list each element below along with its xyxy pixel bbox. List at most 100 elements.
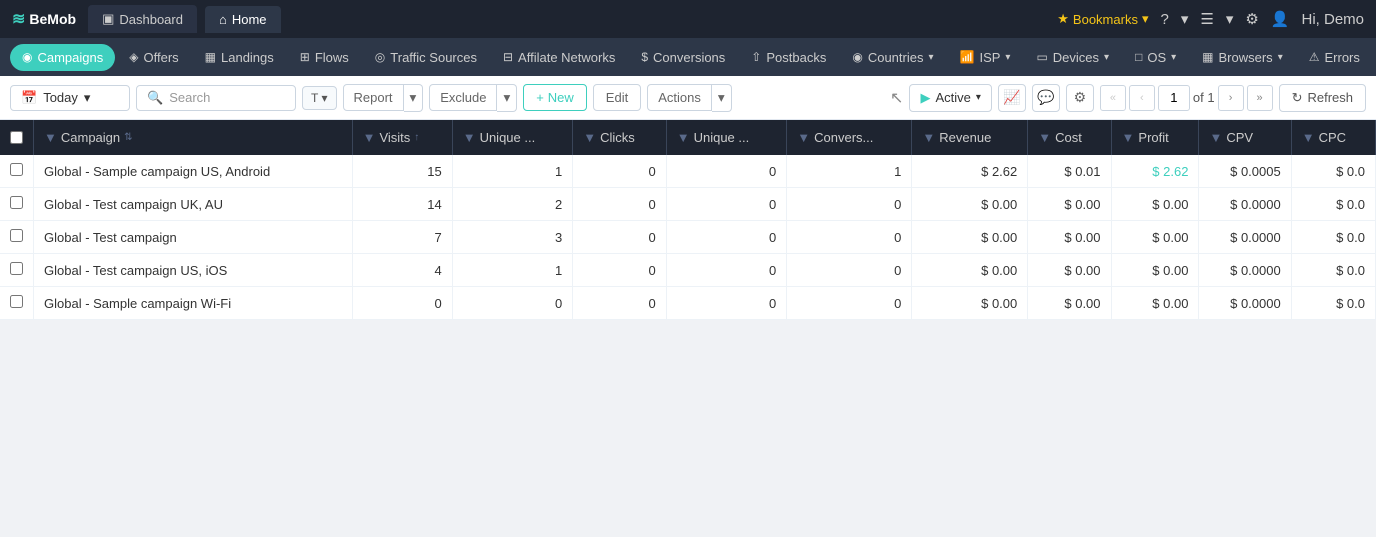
cpc-col-header[interactable]: ▼ CPC (1291, 120, 1375, 155)
unique1-col-header[interactable]: ▼ Unique ... (452, 120, 573, 155)
first-page-button[interactable]: « (1100, 85, 1126, 111)
help-button[interactable]: ? (1160, 11, 1168, 28)
next-page-button[interactable]: › (1218, 85, 1244, 111)
tab-dashboard[interactable]: ▣ Dashboard (88, 5, 197, 33)
sidebar-item-os[interactable]: □ OS ▾ (1123, 44, 1188, 71)
toolbar: 📅 Today ▾ 🔍 Search T ▾ Report ▾ Exclude … (0, 76, 1376, 120)
row-checkbox[interactable] (10, 163, 23, 176)
report-button[interactable]: Report (343, 84, 404, 111)
sidebar-item-campaigns[interactable]: ◉ Campaigns (10, 44, 115, 71)
isp-chevron: ▾ (1005, 52, 1010, 63)
select-all-checkbox[interactable] (10, 131, 23, 144)
conversions-col-header[interactable]: ▼ Convers... (787, 120, 912, 155)
visits-col-header[interactable]: ▼ Visits ↑ (352, 120, 452, 155)
row-checkbox-cell[interactable] (0, 287, 34, 320)
row-checkbox[interactable] (10, 262, 23, 275)
affiliate-networks-label: Affilate Networks (518, 50, 615, 65)
row-checkbox-cell[interactable] (0, 221, 34, 254)
sidebar-item-landings[interactable]: ▦ Landings (193, 44, 286, 71)
logo[interactable]: ≋ BeMob (12, 9, 76, 29)
profit-cell: $ 0.00 (1111, 287, 1199, 320)
page-number-input[interactable] (1158, 85, 1190, 111)
message-button[interactable]: 💬 (1032, 84, 1060, 112)
cpv-col-header[interactable]: ▼ CPV (1199, 120, 1291, 155)
report-split-button[interactable]: Report ▾ (343, 84, 424, 112)
unique2-col-header[interactable]: ▼ Unique ... (666, 120, 787, 155)
refresh-button[interactable]: ↻ Refresh (1279, 84, 1366, 112)
campaign-sort-icon: ⇅ (124, 132, 132, 143)
sidebar-item-traffic-sources[interactable]: ◎ Traffic Sources (363, 44, 489, 71)
actions-button[interactable]: Actions (647, 84, 712, 111)
clicks-cell: 0 (573, 287, 666, 320)
sidebar-item-countries[interactable]: ◉ Countries ▾ (840, 44, 945, 71)
campaign-name: Global - Test campaign UK, AU (34, 188, 353, 221)
settings-button[interactable]: ⚙ (1066, 84, 1094, 112)
chart-button[interactable]: 📈 (998, 84, 1026, 112)
sidebar-item-isp[interactable]: 📶 ISP ▾ (948, 44, 1023, 71)
sidebar-item-conversions[interactable]: $ Conversions (629, 44, 737, 71)
search-icon: 🔍 (147, 90, 163, 106)
bookmarks-button[interactable]: ★ Bookmarks ▾ (1057, 11, 1148, 27)
revenue-col-header[interactable]: ▼ Revenue (912, 120, 1028, 155)
row-checkbox-cell[interactable] (0, 254, 34, 287)
isp-label: ISP (979, 50, 1000, 65)
browsers-chevron: ▾ (1278, 52, 1283, 63)
cost-col-header[interactable]: ▼ Cost (1028, 120, 1111, 155)
exclude-button[interactable]: Exclude (429, 84, 497, 111)
user-button[interactable]: 👤 (1271, 10, 1290, 28)
unique2-cell: 0 (666, 188, 787, 221)
report-dropdown[interactable]: ▾ (404, 84, 424, 112)
campaign-name: Global - Test campaign US, iOS (34, 254, 353, 287)
unique1-cell: 3 (452, 221, 573, 254)
sidebar-item-flows[interactable]: ⊞ Flows (288, 44, 361, 71)
sidebar-item-browsers[interactable]: ▦ Browsers ▾ (1190, 44, 1295, 71)
cpv-cell: $ 0.0000 (1199, 188, 1291, 221)
devices-icon: ▭ (1036, 50, 1047, 64)
row-checkbox[interactable] (10, 196, 23, 209)
visits-cell: 4 (352, 254, 452, 287)
chevron-down-icon: ▾ (1181, 10, 1189, 28)
active-filter-button[interactable]: ▶ Active ▾ (909, 84, 991, 112)
filter-tag[interactable]: T ▾ (302, 86, 337, 110)
profit-col-header[interactable]: ▼ Profit (1111, 120, 1199, 155)
sidebar-item-affiliate-networks[interactable]: ⊟ Affilate Networks (491, 44, 627, 71)
tab-home[interactable]: ⌂ Home (205, 6, 281, 33)
exclude-split-button[interactable]: Exclude ▾ (429, 84, 517, 112)
settings-button[interactable]: ⚙ (1245, 10, 1258, 28)
edit-button[interactable]: Edit (593, 84, 641, 111)
table-row: Global - Test campaign UK, AU 14 2 0 0 0… (0, 188, 1376, 221)
new-button[interactable]: + New (523, 84, 587, 111)
clicks-col-header[interactable]: ▼ Clicks (573, 120, 666, 155)
landings-icon: ▦ (205, 50, 216, 64)
row-checkbox[interactable] (10, 295, 23, 308)
sidebar-item-postbacks[interactable]: ⇧ Postbacks (739, 44, 838, 71)
exclude-dropdown[interactable]: ▾ (497, 84, 517, 112)
tab-home-label: Home (232, 12, 267, 27)
top-bar: ≋ BeMob ▣ Dashboard ⌂ Home ★ Bookmarks ▾… (0, 0, 1376, 38)
flows-icon: ⊞ (300, 50, 310, 64)
actions-split-button[interactable]: Actions ▾ (647, 84, 731, 112)
notification-button[interactable]: ☰ (1200, 10, 1213, 28)
row-checkbox[interactable] (10, 229, 23, 242)
campaign-name: Global - Sample campaign Wi-Fi (34, 287, 353, 320)
row-checkbox-cell[interactable] (0, 188, 34, 221)
cpv-cell: $ 0.0000 (1199, 287, 1291, 320)
revenue-filter-icon: ▼ (922, 130, 935, 145)
cost-filter-icon: ▼ (1038, 130, 1051, 145)
table-header-row: ▼ Campaign ⇅ ▼ Visits ↑ ▼ Unique ... (0, 120, 1376, 155)
table-row: Global - Test campaign 7 3 0 0 0 $ 0.00 … (0, 221, 1376, 254)
select-all-header[interactable] (0, 120, 34, 155)
devices-label: Devices (1053, 50, 1099, 65)
search-input[interactable]: 🔍 Search (136, 85, 296, 111)
filter-dropdown: ▾ (321, 91, 327, 105)
sidebar-item-devices[interactable]: ▭ Devices ▾ (1024, 44, 1121, 71)
prev-page-button[interactable]: ‹ (1129, 85, 1155, 111)
revenue-cell: $ 2.62 (912, 155, 1028, 188)
date-picker[interactable]: 📅 Today ▾ (10, 85, 130, 111)
actions-dropdown[interactable]: ▾ (712, 84, 732, 112)
last-page-button[interactable]: » (1247, 85, 1273, 111)
campaign-col-header[interactable]: ▼ Campaign ⇅ (34, 120, 353, 155)
sidebar-item-errors[interactable]: ⚠ Errors (1297, 44, 1372, 71)
sidebar-item-offers[interactable]: ◈ Offers (117, 44, 190, 71)
row-checkbox-cell[interactable] (0, 155, 34, 188)
